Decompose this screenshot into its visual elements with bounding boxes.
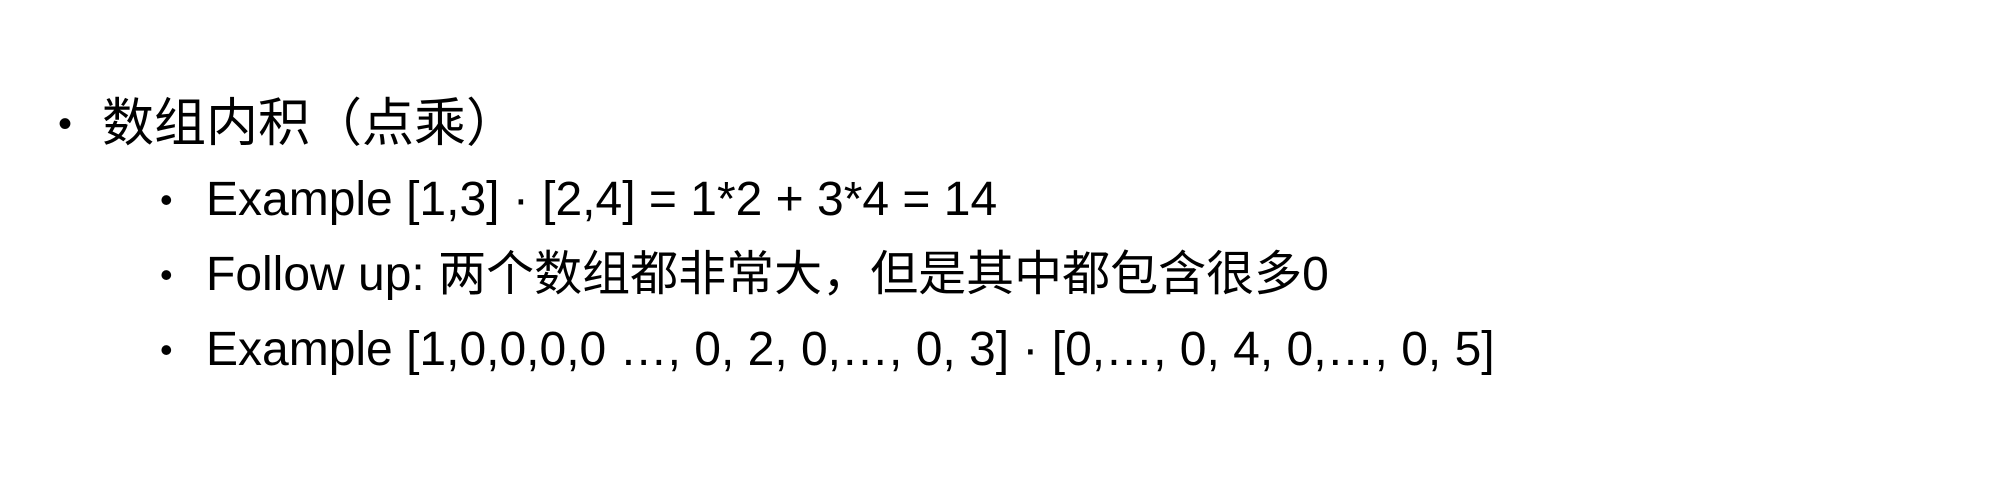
bullet-dot-icon: • [160, 329, 173, 370]
bullet-dot-icon: • [160, 179, 173, 220]
sub-list-item-label: Follow up: 两个数组都非常大，但是其中都包含很多0 [206, 248, 1329, 301]
bullet-dot-icon: • [58, 102, 73, 146]
sub-list-item-example: • Example [1,3] · [2,4] = 1*2 + 3*4 = 14 [160, 162, 1495, 237]
list-item-label: 数组内积（点乘） [102, 95, 519, 153]
bullet-list: • 数组内积（点乘） • Example [1,3] · [2,4] = 1*2… [58, 92, 1495, 387]
bullet-dot-icon: • [160, 254, 173, 295]
sub-list-item-label: Example [1,3] · [2,4] = 1*2 + 3*4 = 14 [206, 173, 998, 226]
sub-list-item-follow-up: • Follow up: 两个数组都非常大，但是其中都包含很多0 [160, 237, 1495, 312]
list-item-dot-product: • 数组内积（点乘） • Example [1,3] · [2,4] = 1*2… [58, 92, 1495, 387]
slide: • 数组内积（点乘） • Example [1,3] · [2,4] = 1*2… [0, 0, 1996, 500]
sub-list-item-sparse-example: • Example [1,0,0,0,0 …, 0, 2, 0,…, 0, 3]… [160, 312, 1495, 387]
sub-list-item-label: Example [1,0,0,0,0 …, 0, 2, 0,…, 0, 3] ·… [206, 323, 1495, 376]
sub-bullet-list: • Example [1,3] · [2,4] = 1*2 + 3*4 = 14… [102, 162, 1495, 387]
